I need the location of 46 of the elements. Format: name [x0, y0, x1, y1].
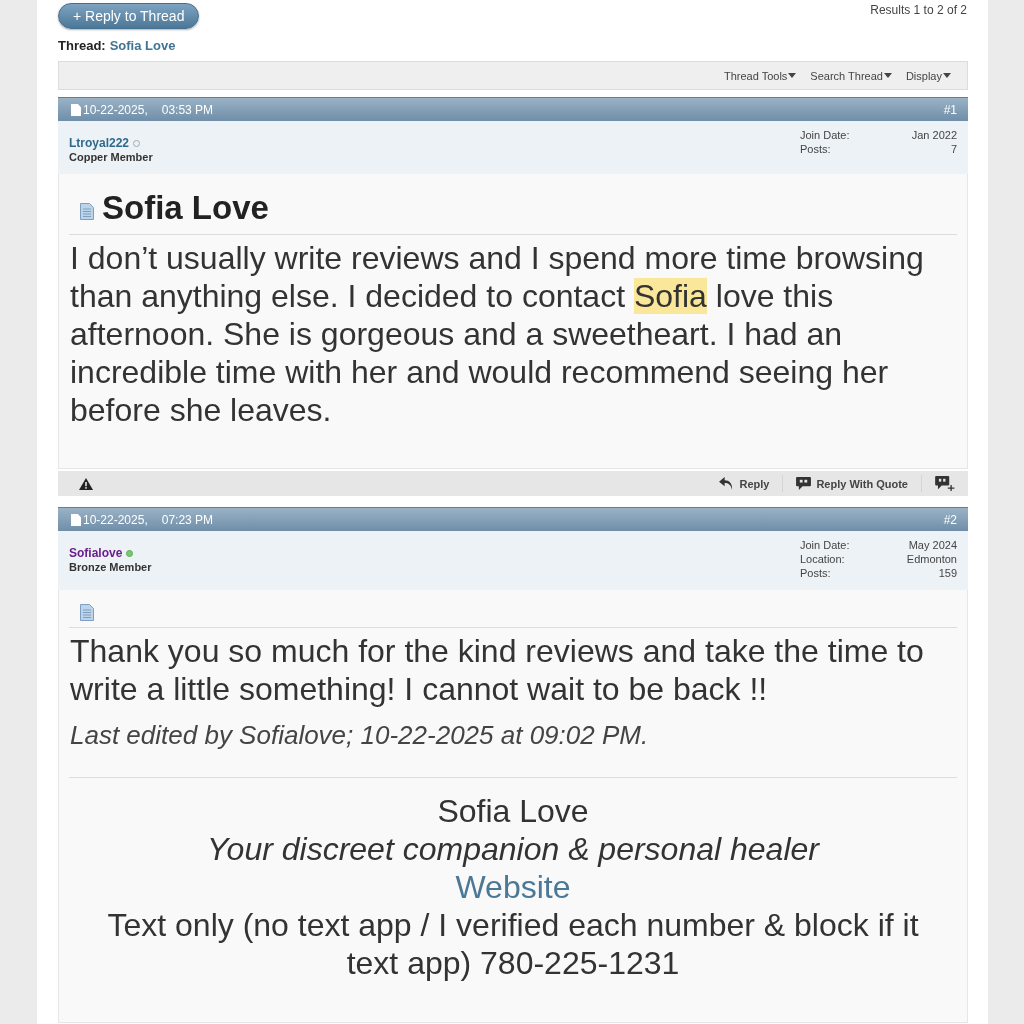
quote-bubble-icon — [796, 477, 812, 490]
caret-icon — [788, 73, 797, 78]
reply-button[interactable]: Reply — [719, 477, 770, 490]
detail-value: Jan 2022 — [911, 128, 957, 142]
detail-label: Join Date: — [800, 538, 850, 552]
detail-value: 159 — [937, 566, 957, 580]
reply-with-quote-button[interactable]: Reply With Quote — [796, 477, 908, 490]
username-link[interactable]: Sofialove — [69, 546, 123, 560]
edit-note: Last edited by Sofialove; 10-22-2025 at 09:02 PM. — [70, 720, 650, 750]
post-time: 07:23 PM — [161, 512, 214, 527]
detail-value: May 2024 — [907, 538, 957, 552]
toolbar-menu-button[interactable]: Thread Tools — [723, 69, 797, 82]
website-link[interactable]: Website — [455, 869, 571, 905]
caret-icon — [943, 73, 951, 78]
detail-value: Edmonton — [906, 552, 957, 566]
signature-contact: Text only (no text app / I verified each number & block if it text app) 780-225-1231 — [107, 907, 919, 981]
results-count: Results 1 to 2 of 2 — [870, 3, 968, 17]
post-time: 03:53 PM — [161, 102, 214, 117]
warning-triangle-icon[interactable] — [79, 477, 93, 490]
reply-arrow-icon — [719, 477, 735, 490]
post-message: Thank you so much for the kind reviews and take the time to write a little something! I cannot wait to be back !! — [69, 632, 925, 708]
document-icon — [71, 103, 81, 116]
document-icon — [80, 604, 94, 621]
user-rank: Bronze Member — [69, 560, 152, 574]
detail-label: Posts: — [800, 142, 832, 156]
username-link[interactable]: Ltroyal222 — [69, 136, 130, 150]
detail-value: 7 — [949, 142, 957, 156]
detail-label: Posts: — [800, 566, 832, 580]
thread-label: Thread: — [58, 38, 106, 55]
post-message: I don’t usually write reviews and I spend more time browsing than anything else. I decided to contact Sofia love this afternoon. She is gorgeous and a sweetheart. I had an incredible time with her and would recommend seeing her before she leaves. — [69, 239, 925, 430]
document-icon — [71, 513, 81, 526]
thread-title-link[interactable]: Sofia Love — [109, 38, 176, 55]
document-icon — [80, 202, 94, 220]
user-rank: Copper Member — [69, 150, 153, 164]
caret-icon — [883, 73, 892, 78]
toolbar-menu-button[interactable]: Display — [905, 69, 951, 82]
post-date: 10-22-2025, — [83, 512, 148, 527]
post-title: Sofia Love — [102, 188, 269, 228]
reply-to-thread-button[interactable]: + Reply to Thread — [58, 3, 200, 29]
detail-label: Location: — [800, 552, 846, 566]
post-date: 10-22-2025, — [83, 102, 148, 117]
toolbar-menu-button[interactable]: Search Thread — [810, 69, 892, 82]
signature-tagline: Your discreet companion & personal healer — [207, 831, 819, 867]
multi-quote-icon[interactable] — [935, 476, 955, 491]
detail-label: Join Date: — [800, 128, 850, 142]
signature-name: Sofia Love — [437, 793, 589, 829]
